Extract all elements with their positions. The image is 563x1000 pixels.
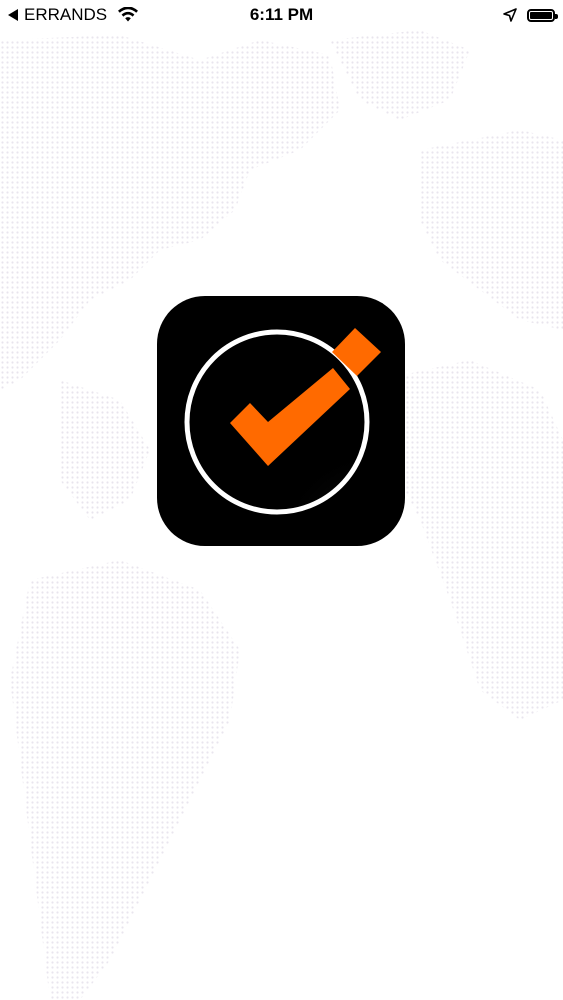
location-arrow-icon [503,8,517,22]
checkmark-circle-logo-icon [184,328,381,515]
app-logo [157,296,405,546]
status-bar: ERRANDS 6:11 PM [0,0,563,30]
battery-icon [527,8,558,22]
status-time: 6:11 PM [249,5,314,24]
